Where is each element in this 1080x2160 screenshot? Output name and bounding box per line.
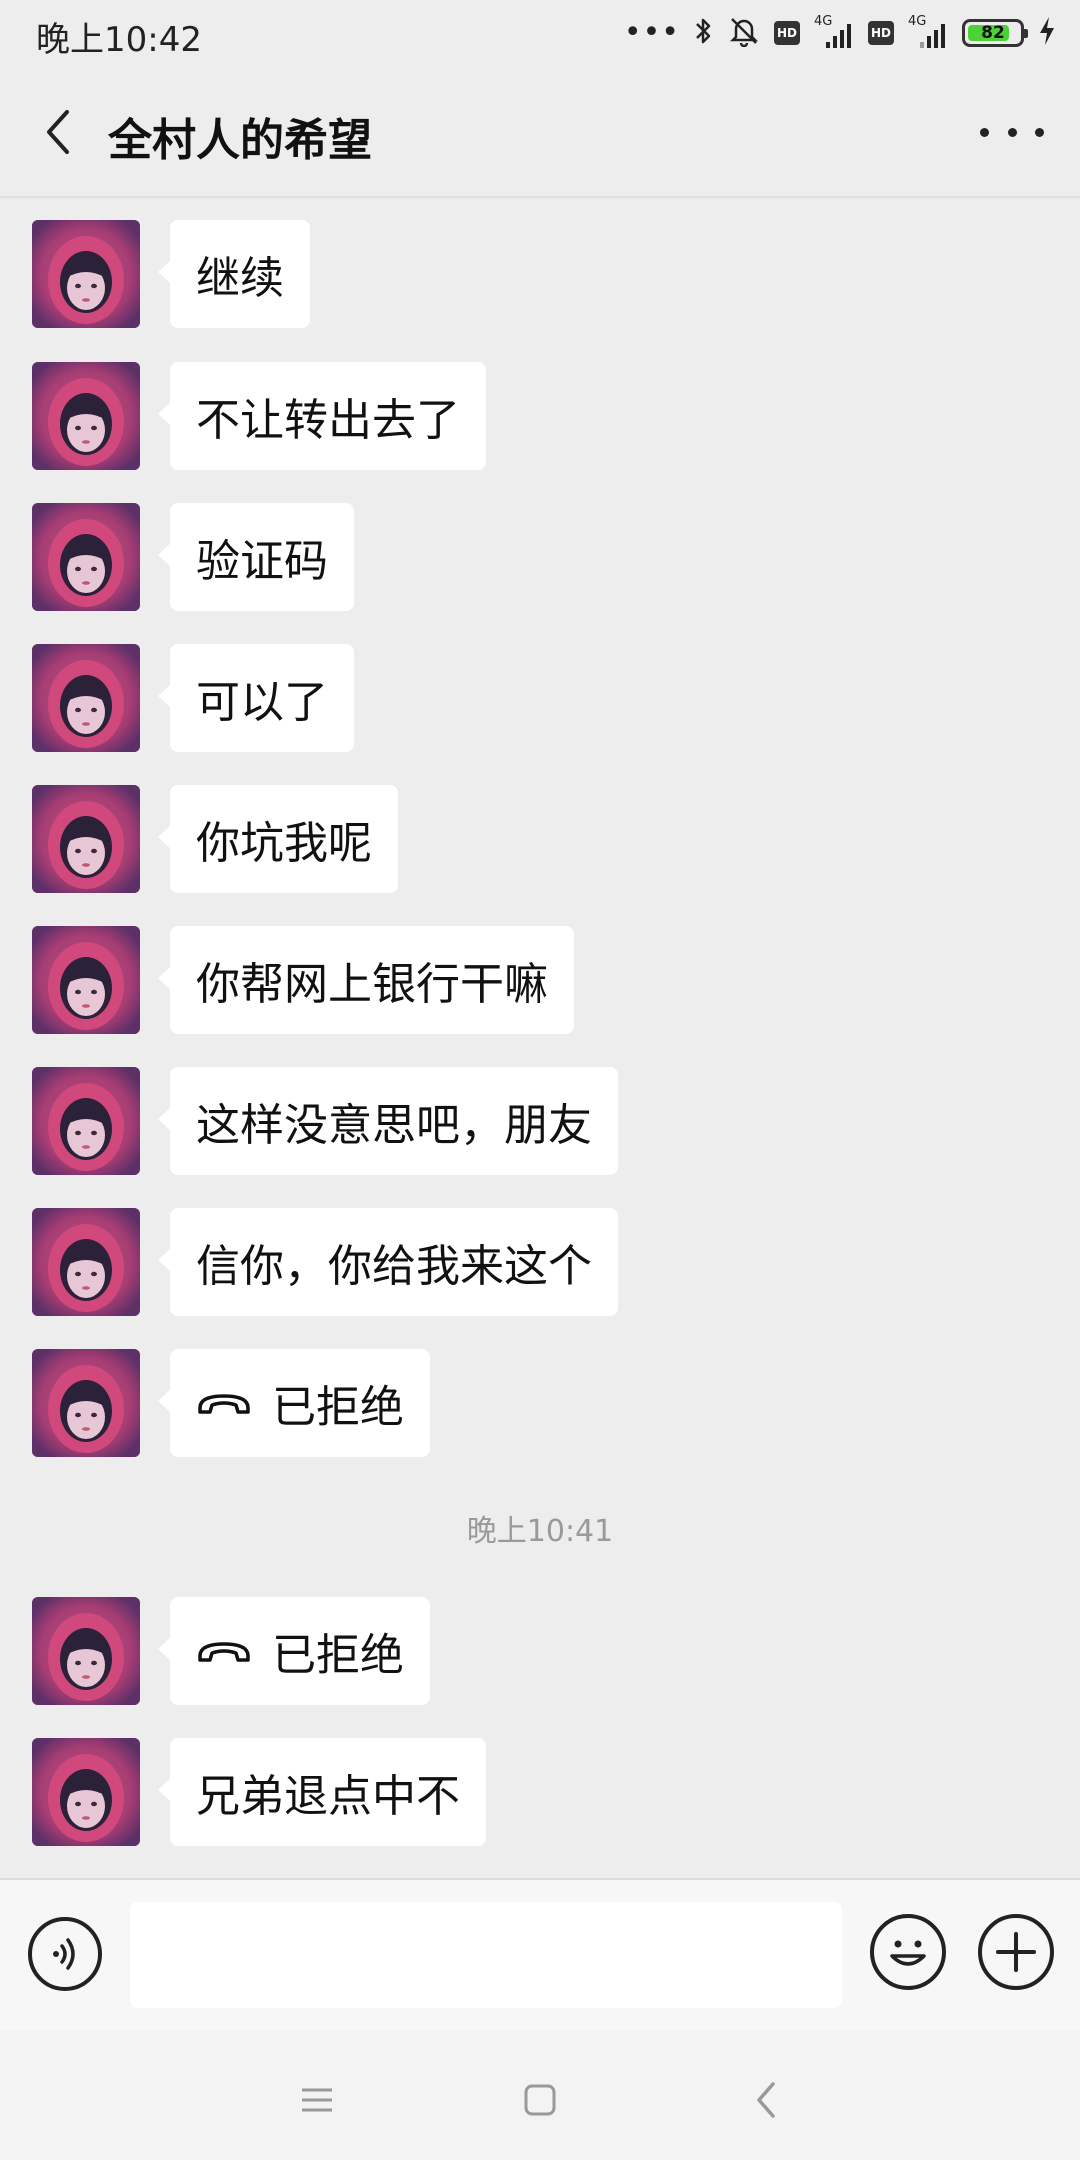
call-declined-bubble[interactable]: 已拒绝	[158, 1597, 430, 1705]
message-row: 兄弟退点中不	[32, 1738, 486, 1846]
message-timestamp: 晚上10:41	[466, 1514, 614, 1549]
message-input[interactable]	[130, 1902, 842, 2008]
back-button[interactable]	[30, 100, 86, 164]
network-type-2: 4G	[908, 14, 927, 29]
voice-icon	[53, 1938, 75, 1970]
network-type-1: 4G	[814, 14, 833, 29]
back-arrow-icon	[757, 2082, 775, 2118]
avatar[interactable]	[32, 1597, 140, 1705]
avatar[interactable]	[32, 644, 140, 752]
message-bubble[interactable]: 你帮网上银行干嘛	[158, 926, 574, 1034]
chat-header: 全村人的希望	[0, 68, 1080, 198]
hd-badge-2: HD	[868, 21, 894, 45]
more-functions-button[interactable]	[978, 1914, 1054, 1990]
message-text: 已拒绝	[272, 1630, 404, 1681]
message-text: 已拒绝	[272, 1382, 404, 1433]
message-text: 兄弟退点中不	[196, 1771, 460, 1822]
message-text: 可以了	[196, 677, 328, 728]
avatar[interactable]	[32, 785, 140, 893]
avatar[interactable]	[32, 926, 140, 1034]
avatar[interactable]	[32, 1067, 140, 1175]
message-text: 这样没意思吧，朋友	[196, 1100, 592, 1151]
message-row: 已拒绝	[32, 1349, 430, 1457]
message-row: 这样没意思吧，朋友	[32, 1067, 618, 1175]
message-row: 验证码	[32, 503, 354, 611]
input-bar	[0, 1878, 1080, 2030]
signal-icon-1: 4G	[814, 14, 854, 48]
more-dot-icon	[980, 127, 989, 137]
avatar[interactable]	[32, 1349, 140, 1457]
menu-icon	[302, 2088, 332, 2112]
message-bubble[interactable]: 信你，你给我来这个	[158, 1208, 618, 1316]
message-row: 信你，你给我来这个	[32, 1208, 618, 1316]
avatar[interactable]	[32, 1738, 140, 1846]
message-text: 你帮网上银行干嘛	[196, 959, 548, 1010]
hd-badge-1: HD	[774, 21, 800, 45]
avatar[interactable]	[32, 220, 140, 328]
battery-level: 82	[981, 23, 1005, 43]
nav-menu-button[interactable]	[287, 2070, 347, 2130]
call-declined-bubble[interactable]: 已拒绝	[158, 1349, 430, 1457]
home-square-icon	[524, 2084, 556, 2116]
message-row: 已拒绝	[32, 1597, 430, 1705]
message-bubble[interactable]: 兄弟退点中不	[158, 1738, 486, 1846]
battery-icon: 82	[962, 19, 1028, 47]
message-text: 继续	[196, 253, 284, 304]
message-text: 信你，你给我来这个	[196, 1241, 592, 1292]
more-options-button[interactable]	[980, 112, 1044, 152]
nav-home-button[interactable]	[510, 2070, 570, 2130]
more-dot-icon	[1035, 127, 1044, 137]
status-time: 晚上10:42	[36, 20, 202, 60]
voice-input-button[interactable]	[28, 1917, 102, 1991]
message-text: 验证码	[196, 536, 328, 587]
message-bubble[interactable]: 验证码	[158, 503, 354, 611]
chat-title: 全村人的希望	[108, 115, 372, 166]
bluetooth-icon	[694, 15, 714, 51]
system-nav-bar	[0, 2030, 1080, 2160]
plus-icon	[996, 1932, 1036, 1972]
avatar[interactable]	[32, 362, 140, 470]
emoji-button[interactable]	[870, 1914, 946, 1990]
message-row: 你坑我呢	[32, 785, 398, 893]
avatar[interactable]	[32, 1208, 140, 1316]
message-text: 不让转出去了	[196, 395, 460, 446]
smiley-icon	[890, 1940, 926, 1966]
charging-icon	[1038, 16, 1056, 50]
phone-declined-icon	[196, 1636, 252, 1666]
phone-declined-icon	[196, 1388, 252, 1418]
message-bubble[interactable]: 继续	[158, 220, 310, 328]
message-text: 你坑我呢	[196, 818, 372, 869]
signal-icon-2: 4G	[908, 14, 948, 48]
more-notifications-icon: •••	[623, 15, 680, 50]
message-bubble[interactable]: 不让转出去了	[158, 362, 486, 470]
status-bar: 晚上10:42 ••• HD 4G HD 4G 82	[0, 0, 1080, 68]
more-dot-icon	[1007, 127, 1017, 137]
message-row: 不让转出去了	[32, 362, 486, 470]
message-row: 你帮网上银行干嘛	[32, 926, 574, 1034]
nav-back-button[interactable]	[738, 2070, 798, 2130]
avatar[interactable]	[32, 503, 140, 611]
message-bubble[interactable]: 你坑我呢	[158, 785, 398, 893]
status-icons: ••• HD 4G HD 4G 82	[624, 12, 1056, 54]
chevron-left-icon	[47, 110, 69, 154]
mute-bell-icon	[728, 15, 760, 51]
message-row: 继续	[32, 220, 310, 328]
message-bubble[interactable]: 这样没意思吧，朋友	[158, 1067, 618, 1175]
message-bubble[interactable]: 可以了	[158, 644, 354, 752]
message-row: 可以了	[32, 644, 354, 752]
